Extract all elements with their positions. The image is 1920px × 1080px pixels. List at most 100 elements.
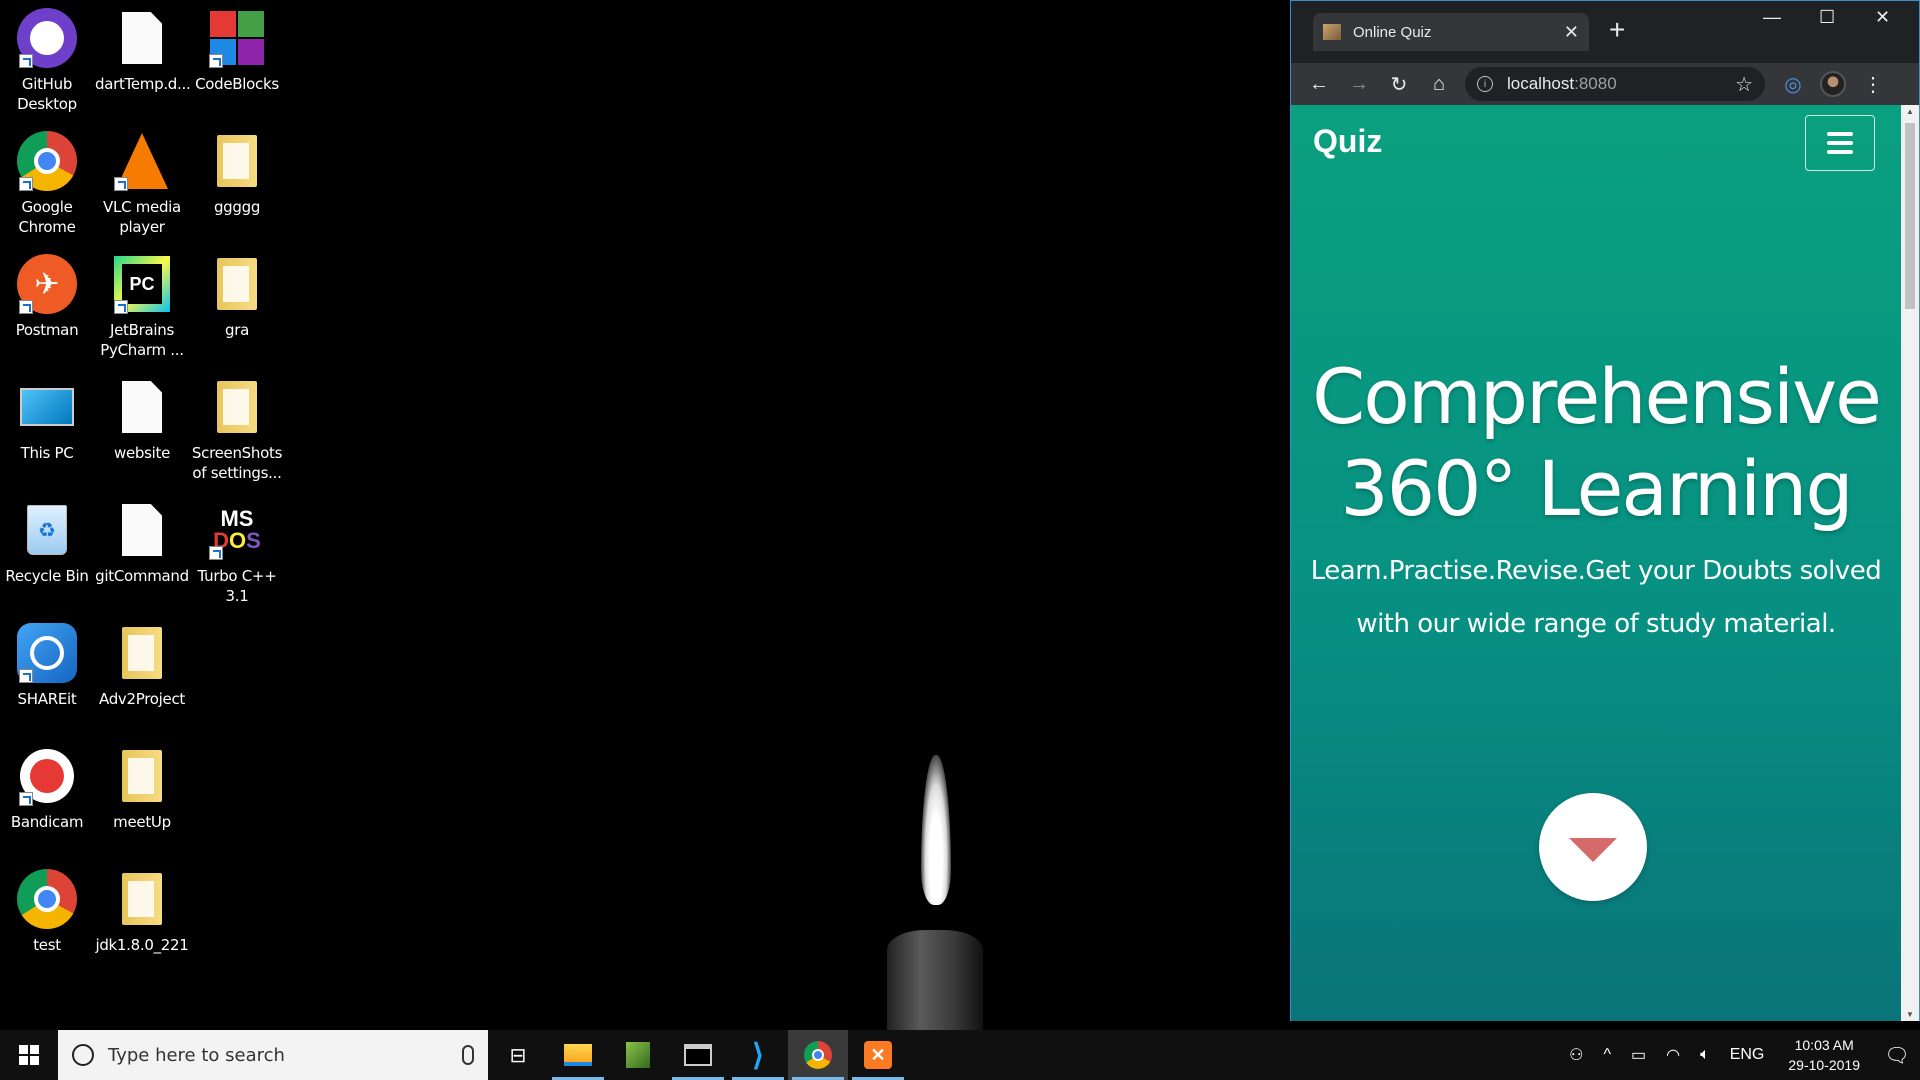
scroll-up-arrow-icon[interactable]: ▲ bbox=[1906, 107, 1914, 116]
new-tab-button[interactable]: + bbox=[1609, 15, 1625, 45]
desktop-icon-adv2project[interactable]: Adv2Project bbox=[94, 615, 190, 738]
desktop-icon-ggggg[interactable]: ggggg bbox=[190, 123, 284, 246]
browser-toolbar: ← → ↻ ⌂ i localhost:8080 ☆ ◎ ⋮ bbox=[1291, 63, 1919, 105]
desktop-icon-gitcommand[interactable]: gitCommand bbox=[94, 492, 190, 615]
desktop-icon-label: GitHub Desktop bbox=[17, 75, 77, 113]
scroll-down-arrow-icon[interactable]: ▼ bbox=[1906, 1010, 1914, 1019]
taskbar-file-explorer[interactable] bbox=[548, 1030, 608, 1080]
desktop-icon-this-pc[interactable]: This PC bbox=[0, 369, 94, 492]
desktop-icon-label: Adv2Project bbox=[99, 690, 185, 708]
home-icon[interactable]: ⌂ bbox=[1419, 66, 1459, 102]
scroll-down-button[interactable] bbox=[1539, 793, 1647, 901]
desktop-icon-codeblocks[interactable]: CodeBlocks bbox=[190, 0, 284, 123]
browser-titlebar[interactable]: Online Quiz ✕ + — ☐ ✕ bbox=[1291, 1, 1919, 63]
terminal-icon bbox=[684, 1044, 712, 1066]
desktop-icon-chrome[interactable]: Google Chrome bbox=[0, 123, 94, 246]
cortana-icon bbox=[72, 1044, 94, 1066]
notepad-icon bbox=[626, 1042, 650, 1068]
clock[interactable]: 10:03 AM 29-10-2019 bbox=[1774, 1035, 1874, 1075]
reload-icon[interactable]: ↻ bbox=[1379, 66, 1419, 102]
desktop-icon-meetup[interactable]: meetUp bbox=[94, 738, 190, 861]
minimize-button[interactable]: — bbox=[1763, 7, 1781, 28]
close-window-button[interactable]: ✕ bbox=[1875, 7, 1890, 28]
taskbar-chrome[interactable] bbox=[788, 1030, 848, 1080]
page-scrollbar[interactable]: ▲ ▼ bbox=[1901, 105, 1919, 1021]
desktop-icon-label: Postman bbox=[15, 321, 79, 339]
microphone-icon[interactable] bbox=[462, 1045, 474, 1065]
document-icon bbox=[110, 498, 174, 562]
desktop-icon-postman[interactable]: ✈ Postman bbox=[0, 246, 94, 369]
desktop-icon-darttemp[interactable]: dartTemp.d... bbox=[94, 0, 191, 123]
recycle-bin-icon: ♻ bbox=[15, 498, 79, 562]
tab-close-icon[interactable]: ✕ bbox=[1564, 22, 1579, 43]
desktop-icon-pycharm[interactable]: PC JetBrains PyCharm ... bbox=[94, 246, 190, 369]
back-arrow-icon[interactable]: ← bbox=[1299, 66, 1339, 102]
notification-center-icon[interactable]: 🗨︎ bbox=[1874, 1043, 1920, 1068]
folder-icon bbox=[110, 621, 174, 685]
folder-icon bbox=[205, 129, 269, 193]
language-indicator[interactable]: ENG bbox=[1720, 1046, 1775, 1064]
url-port: :8080 bbox=[1574, 74, 1617, 93]
profile-avatar[interactable] bbox=[1813, 66, 1853, 102]
task-view-button[interactable]: ⊟ bbox=[488, 1030, 548, 1080]
show-hidden-icons-icon[interactable]: ^ bbox=[1593, 1046, 1621, 1064]
clock-date: 29-10-2019 bbox=[1788, 1057, 1860, 1073]
people-icon[interactable]: ⚇ bbox=[1559, 1045, 1593, 1065]
desktop-icon-label: Recycle Bin bbox=[5, 567, 89, 585]
postman-icon: ✈ bbox=[15, 252, 79, 316]
desktop-icon-label: ScreenShots of settings... bbox=[191, 444, 283, 482]
desktop-icon-website[interactable]: website bbox=[94, 369, 190, 492]
desktop-icon-turbo-cpp[interactable]: MS DOS Turbo C++ 3.1 bbox=[190, 492, 284, 615]
desktop-icon-label: dartTemp.d... bbox=[95, 75, 191, 93]
maximize-button[interactable]: ☐ bbox=[1819, 7, 1835, 28]
scrollbar-thumb[interactable] bbox=[1905, 123, 1915, 309]
taskbar-vscode[interactable]: ⟩ bbox=[728, 1030, 788, 1080]
desktop-icon-gra[interactable]: gra bbox=[190, 246, 284, 369]
desktop-icon-vlc[interactable]: VLC media player bbox=[94, 123, 190, 246]
taskbar-terminal[interactable] bbox=[668, 1030, 728, 1080]
desktop-icon-jdk[interactable]: jdk1.8.0_221 bbox=[94, 861, 190, 984]
taskbar-xampp[interactable]: ✕ bbox=[848, 1030, 908, 1080]
desktop-icon-screenshots[interactable]: ScreenShots of settings... bbox=[190, 369, 284, 492]
tab-favicon-icon bbox=[1323, 24, 1341, 40]
system-tray: ⚇ ^ ▭ ◠ 🔈︎ ENG 10:03 AM 29-10-2019 🗨︎ bbox=[1559, 1030, 1920, 1080]
desktop-icon-shareit[interactable]: SHAREit bbox=[0, 615, 94, 738]
desktop-icon-bandicam[interactable]: Bandicam bbox=[0, 738, 94, 861]
desktop-icon-label: gra bbox=[225, 321, 249, 339]
desktop-icon-test[interactable]: test bbox=[0, 861, 94, 984]
battery-icon[interactable]: ▭ bbox=[1621, 1045, 1656, 1065]
start-button[interactable] bbox=[0, 1030, 58, 1080]
chrome-icon bbox=[15, 129, 79, 193]
desktop-icon-label: VLC media player bbox=[103, 198, 181, 236]
hero-section: Comprehensive 360° Learning Learn.Practi… bbox=[1291, 351, 1901, 651]
desktop-icon-label: JetBrains PyCharm ... bbox=[100, 321, 184, 359]
desktop-icon-label: jdk1.8.0_221 bbox=[95, 936, 189, 954]
desktop-icon-recycle-bin[interactable]: ♻ Recycle Bin bbox=[0, 492, 94, 615]
desktop-icon-github[interactable]: GitHub Desktop bbox=[0, 0, 94, 123]
document-icon bbox=[110, 6, 174, 70]
xampp-icon: ✕ bbox=[864, 1041, 892, 1069]
forward-arrow-icon[interactable]: → bbox=[1339, 66, 1379, 102]
hamburger-menu-button[interactable] bbox=[1805, 115, 1875, 171]
hero-title-line1: Comprehensive bbox=[1312, 352, 1882, 441]
menu-kebab-icon[interactable]: ⋮ bbox=[1853, 66, 1893, 102]
bookmark-star-icon[interactable]: ☆ bbox=[1735, 72, 1753, 97]
tab-online-quiz[interactable]: Online Quiz ✕ bbox=[1313, 13, 1589, 51]
taskbar-notepad[interactable] bbox=[608, 1030, 668, 1080]
candle-wallpaper bbox=[885, 755, 985, 1030]
desktop-icon-label: test bbox=[33, 936, 61, 954]
codeblocks-icon bbox=[205, 6, 269, 70]
info-icon[interactable]: i bbox=[1477, 76, 1493, 92]
wifi-icon[interactable]: ◠ bbox=[1656, 1045, 1690, 1065]
bandicam-icon bbox=[15, 744, 79, 808]
volume-icon[interactable]: 🔈︎ bbox=[1690, 1046, 1720, 1064]
tab-title: Online Quiz bbox=[1353, 23, 1432, 41]
navbar-brand[interactable]: Quiz bbox=[1313, 123, 1382, 160]
shareit-icon bbox=[15, 621, 79, 685]
url-text: localhost:8080 bbox=[1507, 74, 1735, 94]
address-bar[interactable]: i localhost:8080 ☆ bbox=[1465, 67, 1765, 101]
extension-icon[interactable]: ◎ bbox=[1773, 66, 1813, 102]
url-host: localhost bbox=[1507, 74, 1575, 93]
vscode-icon: ⟩ bbox=[752, 1038, 764, 1072]
taskbar-search-box[interactable]: Type here to search bbox=[58, 1030, 488, 1080]
